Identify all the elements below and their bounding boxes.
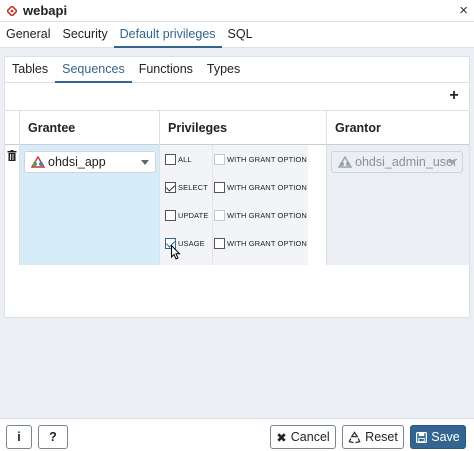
delete-cell — [5, 145, 20, 265]
privilege-all-grant-option: WITH GRANT OPTION — [214, 154, 307, 165]
cancel-label: Cancel — [290, 430, 330, 444]
role-icon — [338, 156, 352, 168]
privilege-select[interactable]: SELECT — [165, 182, 208, 193]
help-button[interactable]: ? — [38, 425, 68, 449]
grantor-cell: ohdsi_admin_user — [327, 145, 469, 265]
top-tab-bar: General Security Default privileges SQL — [0, 22, 474, 48]
privilege-all-label: ALL — [178, 155, 192, 164]
privileges-cell: ALL WITH GRANT OPTION SELECT WITH GRANT … — [160, 145, 327, 265]
header-spacer — [5, 111, 20, 145]
dialog-title: webapi — [23, 3, 68, 18]
chevron-down-icon — [448, 160, 456, 165]
privilege-all[interactable]: ALL — [165, 154, 192, 165]
grid-header: Grantee Privileges Grantor — [5, 111, 469, 145]
privilege-select-checkbox[interactable] — [165, 182, 176, 193]
floppy-disk-icon — [416, 431, 428, 443]
cancel-button[interactable]: ✖ Cancel — [270, 425, 336, 449]
add-row-button[interactable]: + — [445, 87, 463, 105]
grant-option-checkbox[interactable] — [214, 238, 225, 249]
tab-content-panel: Tables Sequences Functions Types + Grant… — [0, 48, 474, 418]
privilege-update[interactable]: UPDATE — [165, 210, 208, 221]
grantee-value: ohdsi_app — [48, 155, 106, 169]
header-grantee[interactable]: Grantee — [20, 111, 160, 145]
tab-types[interactable]: Types — [200, 58, 247, 82]
grantor-value: ohdsi_admin_user — [355, 155, 458, 169]
grant-option-label: WITH GRANT OPTION — [227, 183, 307, 192]
grant-option-checkbox — [214, 154, 225, 165]
grant-option-label: WITH GRANT OPTION — [227, 211, 307, 220]
tab-default-privileges[interactable]: Default privileges — [113, 23, 222, 48]
privilege-usage-label: USAGE — [178, 239, 205, 248]
save-button[interactable]: Save — [410, 425, 466, 449]
tab-general[interactable]: General — [0, 23, 56, 47]
tab-functions[interactable]: Functions — [132, 58, 200, 82]
privilege-update-grant-option: WITH GRANT OPTION — [214, 210, 307, 221]
dialog-footer: i ? ✖ Cancel Reset Save — [0, 418, 474, 451]
recycle-icon — [348, 430, 361, 443]
privilege-all-checkbox[interactable] — [165, 154, 176, 165]
tab-sequences[interactable]: Sequences — [55, 58, 132, 83]
table-row: ohdsi_app ALL WITH GRANT OPTION SELECT W… — [5, 145, 469, 265]
inner-tab-bar: Tables Sequences Functions Types — [5, 57, 469, 83]
mouse-cursor-icon — [171, 245, 181, 260]
header-privileges[interactable]: Privileges — [160, 111, 327, 145]
grant-option-checkbox — [214, 210, 225, 221]
diamond-logo-icon — [7, 5, 17, 16]
chevron-down-icon — [141, 160, 149, 165]
privilege-select-label: SELECT — [178, 183, 208, 192]
grantee-cell[interactable]: ohdsi_app — [20, 145, 160, 265]
reset-label: Reset — [365, 430, 398, 444]
tab-tables[interactable]: Tables — [5, 58, 55, 82]
privilege-usage-grant-option[interactable]: WITH GRANT OPTION — [214, 238, 307, 249]
privilege-select-grant-option[interactable]: WITH GRANT OPTION — [214, 182, 307, 193]
trash-icon[interactable] — [7, 150, 17, 161]
grant-option-checkbox[interactable] — [214, 182, 225, 193]
save-label: Save — [431, 430, 460, 444]
role-icon — [31, 156, 45, 168]
reset-button[interactable]: Reset — [342, 425, 404, 449]
tab-sql[interactable]: SQL — [222, 23, 259, 47]
grant-option-label: WITH GRANT OPTION — [227, 239, 307, 248]
privileges-card: Tables Sequences Functions Types + Grant… — [4, 56, 470, 318]
dialog-titlebar: webapi × — [0, 0, 474, 22]
close-icon: ✖ — [276, 430, 287, 445]
close-icon[interactable]: × — [459, 2, 468, 19]
grid-toolbar: + — [5, 83, 469, 111]
grant-option-label: WITH GRANT OPTION — [227, 155, 307, 164]
privilege-update-checkbox[interactable] — [165, 210, 176, 221]
info-button[interactable]: i — [6, 425, 32, 449]
grantee-select[interactable]: ohdsi_app — [24, 151, 156, 173]
header-grantor[interactable]: Grantor — [327, 111, 469, 145]
tab-security[interactable]: Security — [56, 23, 113, 47]
privilege-update-label: UPDATE — [178, 211, 209, 220]
grantor-select: ohdsi_admin_user — [331, 151, 463, 173]
